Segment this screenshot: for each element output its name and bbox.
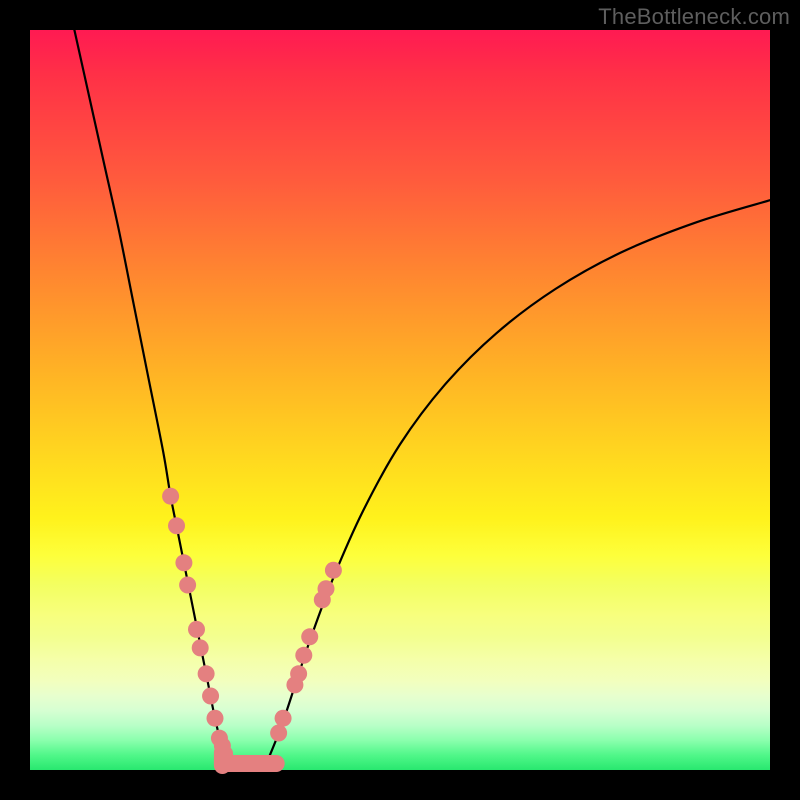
marker-dot — [275, 710, 292, 727]
right-branch-dots — [270, 562, 342, 742]
marker-dot — [290, 665, 307, 682]
marker-dot — [188, 621, 205, 638]
marker-dot — [325, 562, 342, 579]
chart-overlay-svg — [30, 30, 770, 770]
plot-area — [30, 30, 770, 770]
marker-dot — [202, 688, 219, 705]
marker-dot — [207, 710, 224, 727]
watermark-text: TheBottleneck.com — [598, 4, 790, 30]
marker-dot — [198, 665, 215, 682]
marker-dot — [270, 725, 287, 742]
marker-dot — [162, 488, 179, 505]
marker-dot — [318, 580, 335, 597]
marker-dot — [301, 628, 318, 645]
marker-dot — [175, 554, 192, 571]
marker-dot — [192, 639, 209, 656]
cluster-cap — [214, 737, 231, 754]
marker-dot — [179, 577, 196, 594]
marker-dot — [295, 647, 312, 664]
cluster-cap — [268, 755, 285, 772]
left-branch-dots — [162, 488, 233, 763]
curve-right — [267, 200, 770, 762]
outer-frame: TheBottleneck.com — [0, 0, 800, 800]
marker-dot — [168, 517, 185, 534]
